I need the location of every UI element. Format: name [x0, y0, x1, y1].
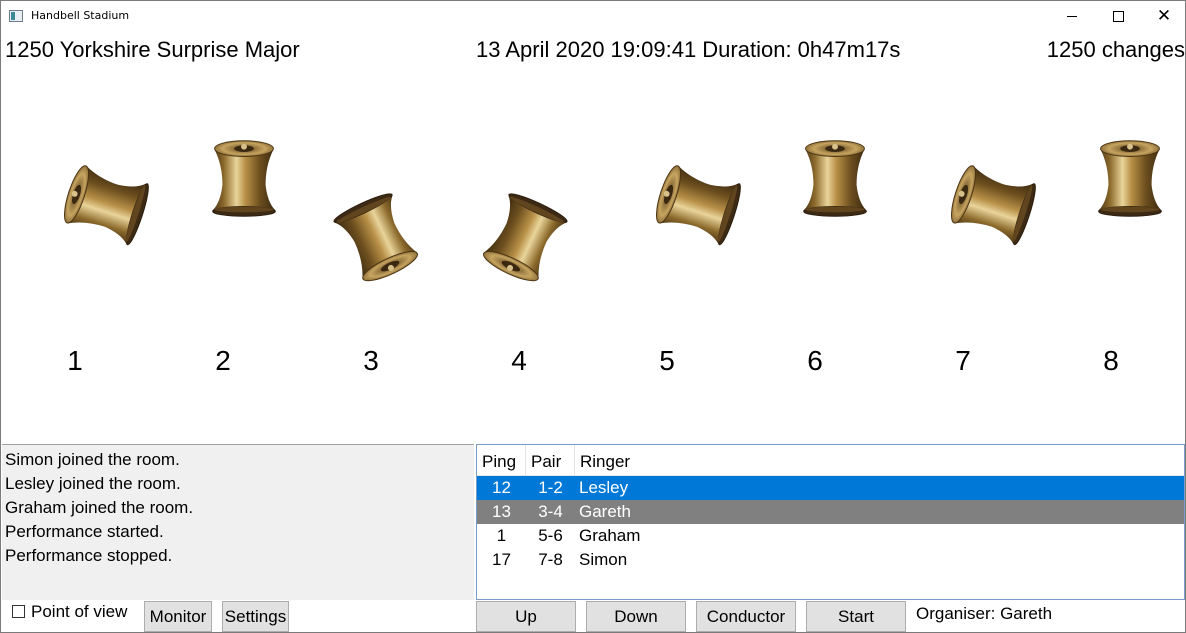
bell-8-icon[interactable] [1085, 134, 1175, 224]
title-bar: Handbell Stadium ✕ [1, 1, 1185, 32]
column-header-ping[interactable]: Ping [477, 445, 526, 475]
maximize-button[interactable] [1095, 1, 1141, 32]
conductor-button[interactable]: Conductor [696, 601, 796, 632]
bell-number: 7 [955, 345, 971, 376]
bell-3-icon[interactable] [331, 189, 423, 288]
app-window-icon [9, 10, 23, 22]
close-icon: ✕ [1156, 6, 1172, 26]
ping-cell: 13 [492, 502, 511, 521]
bell-number: 1 [67, 345, 83, 376]
app-window: Handbell Stadium ✕ 1250 Yorkshire Surpri… [0, 0, 1186, 633]
ping-cell: 1 [496, 526, 507, 545]
point-of-view-label: Point of view [31, 602, 128, 621]
ringers-table[interactable]: Ping Pair Ringer 12 1-2 Lesley 13 3-4 Ga… [476, 444, 1185, 600]
performance-datetime: 13 April 2020 19:09:41 Duration: 0h47m17… [476, 37, 901, 62]
bell-6-icon[interactable] [790, 134, 880, 224]
bell-7-icon[interactable] [945, 159, 1040, 249]
log-line: Performance started. [5, 522, 164, 541]
point-of-view-option[interactable]: Point of view [12, 602, 127, 622]
window-title: Handbell Stadium [31, 9, 130, 22]
bell-5-icon[interactable] [650, 159, 745, 249]
change-count: 1250 changes [1046, 37, 1185, 62]
monitor-button[interactable]: Monitor [144, 601, 212, 632]
event-log[interactable]: Simon joined the room. Lesley joined the… [2, 444, 474, 600]
bell-1-icon[interactable] [58, 159, 153, 249]
method-title: 1250 Yorkshire Surprise Major [5, 37, 300, 62]
bell-number: 3 [363, 345, 379, 376]
start-button[interactable]: Start [806, 601, 906, 632]
bell-number: 4 [511, 345, 527, 376]
column-header-ringer[interactable]: Ringer [575, 445, 1184, 475]
table-row[interactable]: 13 3-4 Gareth [477, 500, 1184, 524]
bell-number: 5 [659, 345, 675, 376]
maximize-icon [1112, 11, 1124, 22]
log-line: Simon joined the room. [5, 450, 180, 469]
table-row[interactable]: 12 1-2 Lesley [477, 476, 1184, 500]
minimize-icon [1067, 16, 1077, 17]
ringer-cell: Simon [579, 550, 628, 569]
table-header: Ping Pair Ringer [477, 445, 1184, 476]
ringer-cell: Graham [579, 526, 641, 545]
bell-number: 8 [1103, 345, 1119, 376]
point-of-view-checkbox[interactable] [12, 604, 25, 618]
ping-cell: 17 [492, 550, 511, 569]
log-line: Graham joined the room. [5, 498, 194, 517]
organiser-label: Organiser: Gareth [916, 604, 1053, 623]
pair-cell: 7-8 [538, 550, 563, 569]
up-button[interactable]: Up [476, 601, 576, 632]
ringer-cell: Gareth [579, 502, 631, 521]
ping-cell: 12 [492, 478, 511, 497]
log-line: Performance stopped. [5, 546, 173, 565]
settings-button[interactable]: Settings [222, 601, 289, 632]
pair-cell: 3-4 [538, 502, 563, 521]
bell-4-icon[interactable] [478, 189, 570, 288]
pair-cell: 5-6 [538, 526, 563, 545]
log-line: Lesley joined the room. [5, 474, 181, 493]
table-row[interactable]: 17 7-8 Simon [477, 548, 1184, 572]
pair-cell: 1-2 [538, 478, 563, 497]
bell-number: 6 [807, 345, 823, 376]
table-row[interactable]: 1 5-6 Graham [477, 524, 1184, 548]
close-button[interactable]: ✕ [1141, 1, 1185, 32]
down-button[interactable]: Down [586, 601, 686, 632]
bell-2-icon[interactable] [199, 134, 289, 224]
bell-number: 2 [215, 345, 231, 376]
ringer-cell: Lesley [579, 478, 629, 497]
column-header-pair[interactable]: Pair [526, 445, 575, 475]
minimize-button[interactable] [1049, 1, 1095, 32]
